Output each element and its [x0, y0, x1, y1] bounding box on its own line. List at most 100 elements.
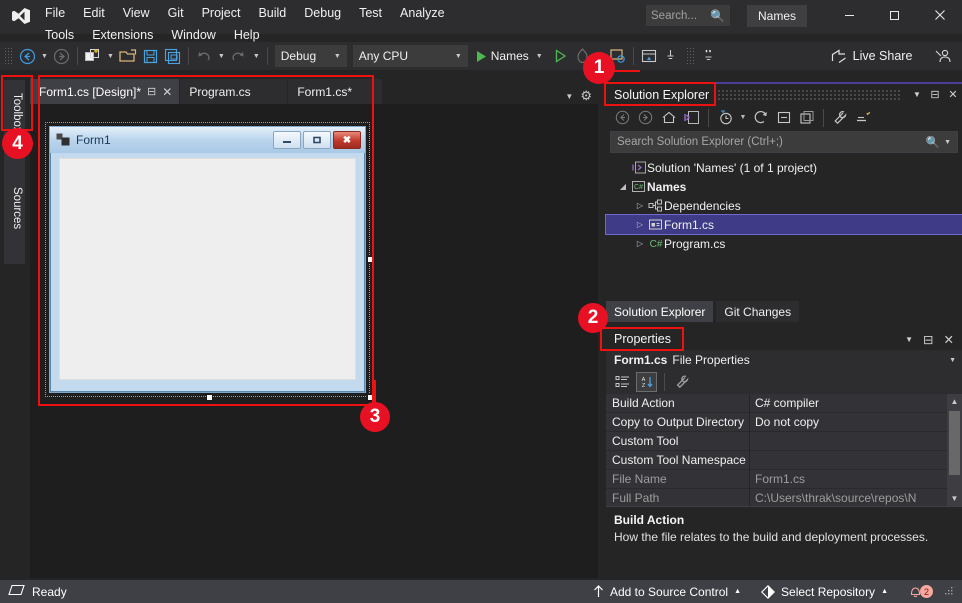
- form-selection-wrapper[interactable]: Form1 ✖: [45, 122, 370, 397]
- pin-icon[interactable]: ⊟: [926, 88, 944, 101]
- resize-handle-bottom-right[interactable]: [367, 394, 374, 401]
- refresh-icon[interactable]: [750, 107, 771, 128]
- form-client-area[interactable]: [59, 158, 356, 380]
- undo-icon[interactable]: [193, 44, 215, 68]
- feedback-person-icon[interactable]: [932, 44, 955, 68]
- live-share-button[interactable]: Live Share: [825, 44, 919, 68]
- back-arrow-icon[interactable]: [612, 107, 633, 128]
- tree-twisty-collapsed[interactable]: ▷: [633, 201, 647, 210]
- close-icon[interactable]: ✕: [944, 332, 962, 347]
- resize-grip-icon[interactable]: [943, 585, 954, 599]
- new-project-icon[interactable]: [82, 44, 104, 68]
- designer-window-icon[interactable]: [638, 44, 660, 68]
- scrollbar-thumb[interactable]: [949, 411, 960, 475]
- tree-node-program-cs[interactable]: ▷ C# Program.cs: [606, 234, 962, 253]
- menu-view[interactable]: View: [114, 2, 159, 24]
- property-row-build-action[interactable]: Build Action C# compiler: [606, 394, 962, 413]
- menu-analyze[interactable]: Analyze: [391, 2, 453, 24]
- menu-bar[interactable]: File Edit View Git Project Build Debug T…: [36, 0, 456, 46]
- solution-configuration-select[interactable]: Debug ▼: [275, 45, 347, 67]
- save-all-icon[interactable]: [162, 44, 184, 68]
- menu-file[interactable]: File: [36, 2, 74, 24]
- close-icon[interactable]: ✕: [944, 88, 962, 101]
- undo-caret-icon[interactable]: ▼: [215, 53, 228, 60]
- close-icon[interactable]: ✕: [162, 85, 172, 99]
- chevron-down-icon[interactable]: ▼: [905, 335, 923, 344]
- menu-git[interactable]: Git: [159, 2, 193, 24]
- form-close-button[interactable]: ✖: [333, 131, 361, 149]
- navigate-backward-caret-icon[interactable]: ▼: [38, 53, 51, 60]
- project-name-chip[interactable]: Names: [747, 5, 807, 27]
- data-sources-tab[interactable]: Sources: [4, 152, 25, 264]
- property-row-file-name[interactable]: File Name Form1.cs: [606, 470, 962, 489]
- toolbar-grip[interactable]: [4, 47, 14, 65]
- property-value[interactable]: C# compiler: [750, 394, 962, 413]
- menu-project[interactable]: Project: [193, 2, 250, 24]
- properties-wrench-icon[interactable]: [672, 372, 693, 392]
- notifications-button[interactable]: 2: [900, 580, 939, 603]
- categorized-icon[interactable]: [612, 372, 633, 392]
- chevron-down-icon[interactable]: ▼: [949, 357, 962, 364]
- tree-node-solution[interactable]: Solution 'Names' (1 of 1 project): [606, 158, 962, 177]
- tree-twisty-expanded[interactable]: ◢: [616, 182, 630, 191]
- property-row-custom-tool-namespace[interactable]: Custom Tool Namespace: [606, 451, 962, 470]
- alphabetical-sort-icon[interactable]: A Z: [636, 372, 657, 392]
- property-row-copy-to-output[interactable]: Copy to Output Directory Do not copy: [606, 413, 962, 432]
- menu-debug[interactable]: Debug: [295, 2, 350, 24]
- winforms-form-preview[interactable]: Form1 ✖: [49, 126, 366, 393]
- solution-icon[interactable]: [681, 107, 702, 128]
- redo-icon[interactable]: [228, 44, 250, 68]
- properties-grid[interactable]: Build Action C# compiler Copy to Output …: [606, 394, 962, 506]
- search-input[interactable]: Search... 🔍: [646, 5, 730, 26]
- quotes-icon[interactable]: [698, 44, 720, 68]
- select-repository-button[interactable]: Select Repository ▲: [753, 580, 896, 603]
- maximize-button[interactable]: [872, 0, 917, 30]
- show-all-files-icon[interactable]: [796, 107, 817, 128]
- tab-form1-cs[interactable]: Form1.cs*: [288, 79, 383, 104]
- align-icon[interactable]: [660, 44, 682, 68]
- collapse-all-icon[interactable]: [773, 107, 794, 128]
- save-icon[interactable]: [140, 44, 162, 68]
- redo-caret-icon[interactable]: ▼: [250, 53, 263, 60]
- start-debug-button[interactable]: Names ▼: [471, 44, 550, 68]
- chevron-down-icon[interactable]: ▼: [944, 139, 951, 146]
- property-value[interactable]: [750, 451, 962, 470]
- tree-twisty-collapsed[interactable]: ▷: [633, 239, 647, 248]
- tab-program-cs[interactable]: Program.cs: [180, 79, 288, 104]
- tree-node-dependencies[interactable]: ▷ Dependencies: [606, 196, 962, 215]
- tree-node-form1-cs[interactable]: ▷ Form1.cs: [606, 215, 962, 234]
- minimize-button[interactable]: [827, 0, 872, 30]
- solution-search-input[interactable]: Search Solution Explorer (Ctrl+;) 🔍 ▼: [610, 131, 958, 153]
- pending-changes-filter-icon[interactable]: [715, 107, 736, 128]
- menu-edit[interactable]: Edit: [74, 2, 114, 24]
- navigate-forward-icon[interactable]: [51, 44, 73, 68]
- property-row-full-path[interactable]: Full Path C:\Users\thrak\source\repos\N: [606, 489, 962, 506]
- pin-icon[interactable]: ⊟: [923, 332, 943, 347]
- property-row-custom-tool[interactable]: Custom Tool: [606, 432, 962, 451]
- tree-node-project-names[interactable]: ◢ C# Names: [606, 177, 962, 196]
- dock-tab-git-changes[interactable]: Git Changes: [716, 301, 799, 322]
- home-icon[interactable]: [658, 107, 679, 128]
- menu-build[interactable]: Build: [249, 2, 295, 24]
- solution-platform-select[interactable]: Any CPU ▼: [353, 45, 468, 67]
- form-designer-surface[interactable]: Form1 ✖: [30, 104, 598, 578]
- resize-handle-middle-right[interactable]: [367, 256, 374, 263]
- start-without-debugging-icon[interactable]: [550, 44, 572, 68]
- open-folder-icon[interactable]: [117, 44, 140, 68]
- panel-drag-dots[interactable]: [717, 89, 900, 101]
- chevron-down-icon[interactable]: ▼: [533, 53, 546, 60]
- chevron-down-icon[interactable]: ▼: [565, 92, 573, 101]
- scroll-up-icon[interactable]: ▲: [947, 394, 962, 409]
- properties-wrench-icon[interactable]: [830, 107, 851, 128]
- preview-selected-icon[interactable]: [853, 107, 874, 128]
- properties-object-select[interactable]: Form1.cs File Properties ▼: [606, 350, 962, 370]
- tab-form1-design[interactable]: Form1.cs [Design]* ⊟ ✕: [30, 79, 180, 104]
- toolbar-overflow-grip[interactable]: [686, 47, 696, 65]
- form-maximize-button[interactable]: [303, 131, 331, 149]
- close-button[interactable]: [917, 0, 962, 30]
- pin-icon[interactable]: ⊟: [147, 85, 156, 98]
- dock-tab-solution-explorer[interactable]: Solution Explorer: [606, 301, 713, 322]
- navigate-backward-icon[interactable]: [16, 44, 38, 68]
- forward-arrow-icon[interactable]: [635, 107, 656, 128]
- resize-handle-bottom-center[interactable]: [206, 394, 213, 401]
